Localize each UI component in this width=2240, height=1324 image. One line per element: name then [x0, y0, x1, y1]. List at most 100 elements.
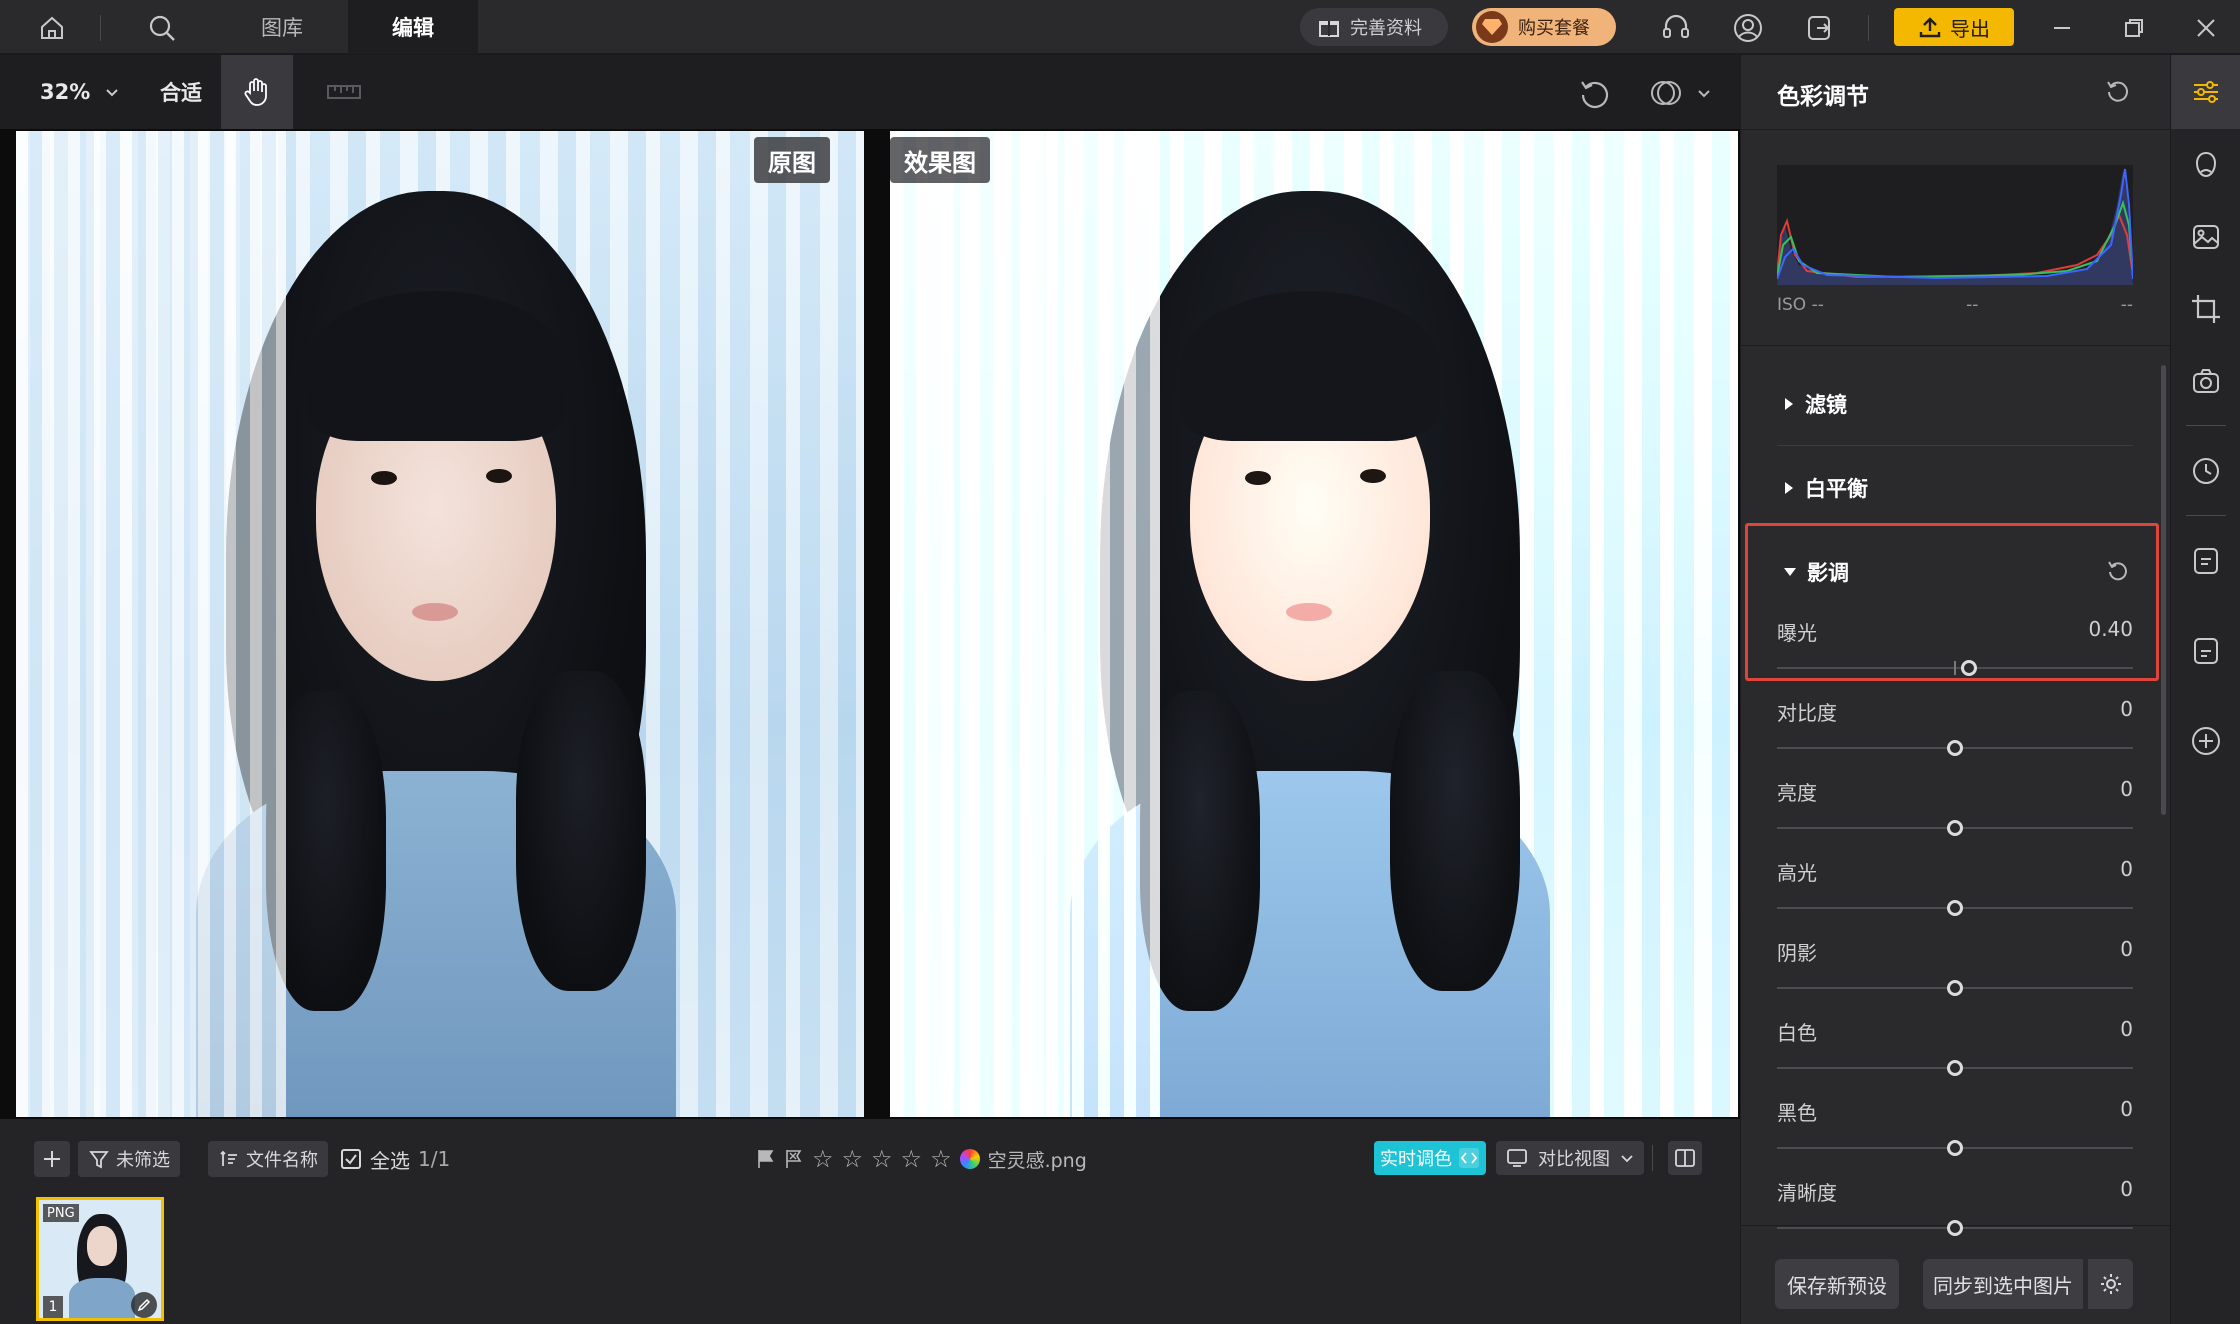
slider-value[interactable]: 0 [2120, 1097, 2133, 1121]
tab-edit[interactable]: 编辑 [348, 0, 478, 54]
slider-knob[interactable] [1947, 820, 1963, 836]
complete-info-button[interactable]: 完善资料 [1300, 8, 1448, 46]
sync-settings-icon[interactable] [2087, 1259, 2133, 1309]
slider-knob[interactable] [1947, 900, 1963, 916]
section-white-balance-label: 白平衡 [1805, 477, 1868, 501]
zoom-selector[interactable]: 32% [40, 55, 120, 129]
preview-area: 原图 效果图 [0, 129, 1740, 1119]
crop-icon[interactable] [2188, 291, 2224, 327]
slider-value[interactable]: 0 [2120, 697, 2133, 721]
view-toolbar: 32% 合适 [0, 55, 1740, 129]
sort-icon [220, 1150, 237, 1166]
slider-knob[interactable] [1947, 1220, 1963, 1236]
slider-row: 白色 0 [1777, 1013, 2133, 1093]
hand-tool-button[interactable] [221, 55, 293, 129]
slider-label: 对比度 [1777, 701, 1837, 725]
star-icon[interactable]: ☆ [842, 1145, 864, 1173]
slider-value[interactable]: 0 [2120, 777, 2133, 801]
star-icon[interactable]: ☆ [901, 1145, 923, 1173]
ruler-icon[interactable] [324, 75, 364, 109]
save-preset-label: 保存新预设 [1787, 1273, 1887, 1298]
slider-row: 黑色 0 [1777, 1093, 2133, 1173]
select-all-checkbox[interactable]: 全选 1/1 [340, 1141, 450, 1177]
slider-value[interactable]: 0 [2120, 1017, 2133, 1041]
image-edit-icon[interactable] [2188, 219, 2224, 255]
undo-icon[interactable] [1574, 73, 1614, 113]
realtime-color-toggle[interactable]: 实时调色 [1374, 1141, 1486, 1175]
slider-knob[interactable] [1947, 1060, 1963, 1076]
add-image-button[interactable] [34, 1141, 70, 1177]
checkbox-icon [341, 1149, 361, 1169]
reject-flag-icon[interactable] [784, 1148, 804, 1170]
restore-icon[interactable] [2114, 8, 2154, 48]
filmstrip-bar: 未筛选 文件名称 全选 1/1 ☆ ☆ ☆ ☆ ☆ 空灵感.png 实时调色 对… [0, 1119, 1740, 1324]
star-icon[interactable]: ☆ [812, 1145, 834, 1173]
slider-value[interactable]: 0.40 [2088, 617, 2133, 641]
star-icon[interactable]: ☆ [871, 1145, 893, 1173]
add-circle-icon[interactable] [2188, 723, 2224, 759]
save-preset-button[interactable]: 保存新预设 [1775, 1259, 1899, 1309]
flag-icon[interactable] [756, 1148, 776, 1170]
slider-center-mark [1954, 661, 1956, 675]
slider-knob[interactable] [1947, 980, 1963, 996]
result-image[interactable]: 效果图 [890, 131, 1738, 1117]
export-button[interactable]: 导出 [1894, 8, 2014, 46]
star-icon[interactable]: ☆ [930, 1145, 952, 1173]
fit-button[interactable]: 合适 [160, 55, 202, 129]
slider-knob[interactable] [1961, 660, 1978, 676]
note-icon[interactable] [2188, 543, 2224, 579]
user-icon[interactable] [1728, 8, 1768, 48]
slider-value[interactable]: 0 [2120, 1177, 2133, 1201]
upload-icon [1919, 17, 1941, 38]
histogram [1776, 165, 2134, 285]
compare-mode-selector[interactable] [1648, 73, 1712, 113]
portrait-icon[interactable] [2188, 147, 2224, 183]
history-icon[interactable] [2188, 453, 2224, 489]
image-thumbnail[interactable]: PNG 1 [36, 1197, 164, 1321]
buy-plan-button[interactable]: 购买套餐 [1472, 8, 1616, 46]
slider-value[interactable]: 0 [2120, 937, 2133, 961]
export-label: 导出 [1950, 16, 1990, 41]
compare-view-selector[interactable]: 对比视图 [1496, 1141, 1644, 1175]
tab-library[interactable]: 图库 [222, 0, 342, 54]
slider-row: 清晰度 0 [1777, 1173, 2133, 1253]
headset-icon[interactable] [1656, 8, 1696, 48]
minimize-icon[interactable] [2042, 8, 2082, 48]
split-view-button[interactable] [1668, 1141, 1702, 1175]
slider-label: 黑色 [1777, 1101, 1817, 1125]
slider-row: 曝光 0.40 [1777, 613, 2133, 693]
selection-count: 1/1 [418, 1147, 451, 1171]
exif-mid-label: -- [1966, 295, 1979, 315]
edit-pencil-icon[interactable] [131, 1292, 157, 1318]
search-icon[interactable] [142, 8, 182, 48]
code-arrows-icon [1459, 1148, 1479, 1168]
caret-right-icon [1785, 482, 1793, 494]
panel-scrollbar[interactable] [2161, 365, 2166, 815]
close-icon[interactable] [2186, 8, 2226, 48]
original-image[interactable]: 原图 [16, 131, 864, 1117]
sync-button[interactable]: 同步到选中图片 [1923, 1259, 2083, 1309]
home-icon[interactable] [32, 8, 72, 48]
slider-value[interactable]: 0 [2120, 857, 2133, 881]
logout-icon[interactable] [1800, 8, 1840, 48]
tone-reset-icon[interactable] [2103, 557, 2131, 585]
slider-row: 高光 0 [1777, 853, 2133, 933]
original-label: 原图 [754, 137, 830, 183]
slider-track[interactable] [1777, 661, 2133, 675]
realtime-label: 实时调色 [1380, 1149, 1452, 1170]
zoom-value: 32% [40, 80, 91, 104]
color-adjust-icon[interactable] [2188, 74, 2224, 110]
camera-icon[interactable] [2188, 363, 2224, 399]
split-view-icon [1675, 1149, 1695, 1167]
section-white-balance[interactable]: 白平衡 [1783, 473, 1868, 503]
slider-label: 清晰度 [1777, 1181, 1837, 1205]
section-filter[interactable]: 滤镜 [1783, 389, 1847, 419]
slider-knob[interactable] [1947, 740, 1963, 756]
slider-knob[interactable] [1947, 1140, 1963, 1156]
note-alt-icon[interactable] [2188, 633, 2224, 669]
section-tone[interactable]: 影调 [1783, 557, 1849, 587]
color-label-icon[interactable] [959, 1149, 980, 1169]
sort-button[interactable]: 文件名称 [208, 1141, 328, 1177]
filter-button[interactable]: 未筛选 [78, 1141, 180, 1177]
reset-all-icon[interactable] [2101, 75, 2133, 107]
